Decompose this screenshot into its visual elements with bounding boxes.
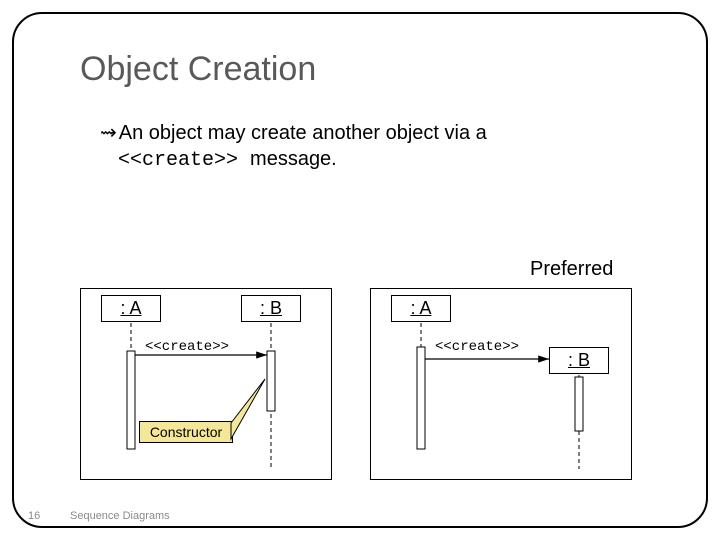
bullet-code: <<create>> bbox=[118, 149, 250, 172]
object-a-right: : A bbox=[391, 295, 451, 322]
message-create-right: <<create>> bbox=[435, 339, 519, 355]
bullet-line1: ⇝An object may create another object via… bbox=[100, 120, 487, 145]
object-b-left: : B bbox=[241, 295, 301, 322]
object-a-left: : A bbox=[101, 295, 161, 322]
message-create-left: <<create>> bbox=[145, 339, 229, 355]
object-b-right: : B bbox=[549, 347, 609, 374]
page-number: 16 bbox=[28, 510, 40, 522]
slide: Object Creation ⇝An object may create an… bbox=[0, 0, 720, 540]
diagram-right: : A <<create>> : B bbox=[370, 288, 632, 480]
bullet-text-1: An object may create another object via … bbox=[119, 122, 487, 144]
preferred-label: Preferred bbox=[530, 258, 613, 281]
slide-title: Object Creation bbox=[80, 50, 316, 89]
footer-caption: Sequence Diagrams bbox=[70, 510, 170, 522]
note-constructor: Constructor bbox=[139, 421, 233, 443]
bullet-text-2: message. bbox=[250, 148, 337, 170]
bullet-glyph-icon: ⇝ bbox=[100, 122, 117, 144]
bullet-line2: <<create>> message. bbox=[118, 148, 337, 172]
diagram-left: : A : B <<create>> Constructor bbox=[80, 288, 332, 480]
